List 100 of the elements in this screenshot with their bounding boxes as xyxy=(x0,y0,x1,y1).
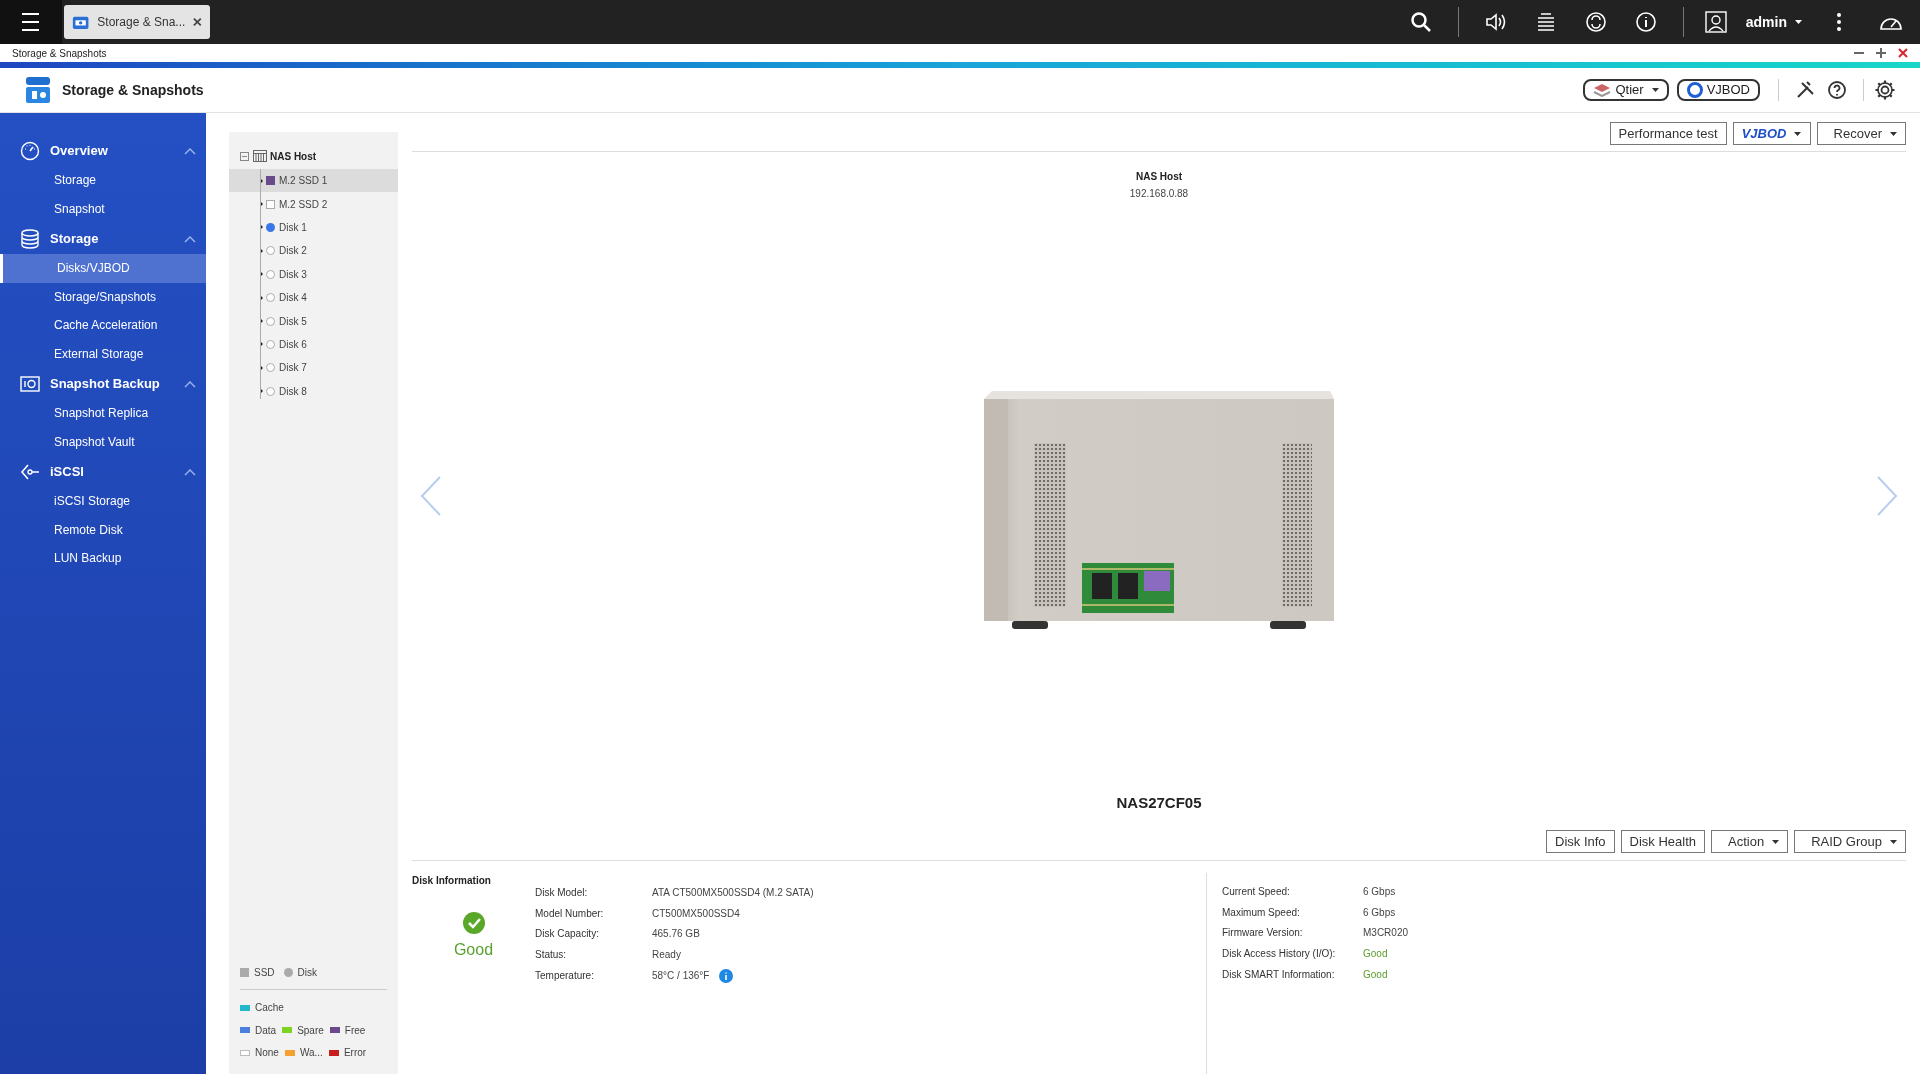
sidebar-item[interactable]: Snapshot Replica xyxy=(0,399,206,428)
field-value: Good xyxy=(1363,968,1388,983)
tree-item-label: Disk 3 xyxy=(279,267,307,282)
menu-icon[interactable] xyxy=(0,0,62,44)
sidebar-section-label: Overview xyxy=(50,142,108,161)
search-icon[interactable] xyxy=(1408,10,1433,34)
tree-item[interactable]: Disk 2 xyxy=(229,239,398,263)
field-value: 58°C / 136°F xyxy=(652,969,710,984)
chevron-icon[interactable] xyxy=(184,147,196,155)
caret-icon xyxy=(1890,839,1897,844)
more-icon[interactable] xyxy=(1836,12,1842,32)
field-value: ATA CT500MX500SSD4 (M.2 SATA) xyxy=(652,885,814,900)
tree-item-label: Disk 6 xyxy=(279,337,307,352)
tree-item[interactable]: Disk 5 xyxy=(229,309,398,333)
field-value: 465.76 GB xyxy=(652,927,700,942)
settings-icon[interactable] xyxy=(1874,79,1896,101)
ssd-legend-square xyxy=(240,967,249,977)
tree-root-label: NAS Host xyxy=(270,149,317,164)
vjbod-dropdown[interactable]: VJBOD xyxy=(1732,122,1811,145)
info-icon[interactable] xyxy=(1633,10,1658,34)
user-menu[interactable]: admin xyxy=(1745,11,1802,33)
camera-icon xyxy=(20,374,40,394)
tree-item[interactable]: Disk 3 xyxy=(229,262,398,286)
disk-button[interactable]: Action xyxy=(1711,830,1789,853)
plug-icon xyxy=(20,462,40,482)
field-label: Firmware Version: xyxy=(1222,926,1304,941)
field-value: Good xyxy=(1363,947,1388,962)
field-label: Disk SMART Information: xyxy=(1222,968,1336,983)
user-icon[interactable] xyxy=(1703,10,1728,34)
toolbar-button[interactable]: Recover xyxy=(1816,122,1906,145)
vjbod-logo: VJBOD xyxy=(1741,124,1787,143)
expand-arrow-icon xyxy=(260,364,263,371)
chevron-icon[interactable] xyxy=(184,235,196,243)
expand-arrow-icon xyxy=(260,341,263,348)
field-value: Ready xyxy=(652,948,681,963)
expand-arrow-icon xyxy=(260,247,263,254)
help-icon[interactable] xyxy=(1827,80,1847,100)
sidebar-item[interactable]: External Storage xyxy=(0,339,206,368)
field-label: Temperature: xyxy=(535,969,595,984)
field-label: Disk Capacity: xyxy=(535,927,600,942)
sidebar-item[interactable]: Snapshot xyxy=(0,194,206,223)
tree-item[interactable]: Disk 6 xyxy=(229,332,398,357)
disk-status-dot xyxy=(266,293,275,303)
legend-label: None xyxy=(255,1046,279,1061)
tree-item[interactable]: M.2 SSD 2 xyxy=(229,192,398,216)
tree-item[interactable]: Disk 8 xyxy=(229,379,398,403)
device-name: NAS27CF05 xyxy=(1116,792,1202,813)
tree-item-label: Disk 5 xyxy=(279,314,307,329)
maximize-icon[interactable] xyxy=(1876,48,1886,58)
legend-label: Spare xyxy=(297,1023,324,1038)
sidebar-item[interactable]: Disks/VJBOD xyxy=(0,254,206,283)
caret-icon xyxy=(1794,131,1802,136)
expand-arrow-icon xyxy=(260,201,263,208)
disk-button[interactable]: RAID Group xyxy=(1794,830,1906,853)
sidebar-item[interactable]: Snapshot Vault xyxy=(0,427,206,456)
close-icon[interactable] xyxy=(193,17,202,27)
sidebar-section-label: Storage xyxy=(50,230,99,249)
sidebar-item[interactable]: Storage/Snapshots xyxy=(0,282,206,311)
sync-icon[interactable] xyxy=(1583,10,1608,34)
field-value: CT500MX500SSD4 xyxy=(652,906,740,921)
chevron-icon[interactable] xyxy=(184,380,196,388)
qtier-dropdown[interactable]: Qtier xyxy=(1583,79,1669,101)
gauge-icon xyxy=(20,141,40,161)
app-tab[interactable]: Storage & Sna... xyxy=(64,5,210,39)
field-label: Disk Access History (I/O): xyxy=(1222,947,1337,962)
tree-item[interactable]: Disk 4 xyxy=(229,285,398,310)
tree-item[interactable]: M.2 SSD 1 xyxy=(229,169,398,193)
tree-item[interactable]: Disk 1 xyxy=(229,215,398,240)
expand-arrow-icon xyxy=(260,224,263,231)
toolbar-button[interactable]: Performance test xyxy=(1609,122,1727,145)
caret-icon xyxy=(1651,88,1659,92)
tree-item[interactable]: Disk 7 xyxy=(229,356,398,380)
storage-app-icon xyxy=(24,75,52,105)
sidebar-item[interactable]: Storage xyxy=(0,166,206,195)
app-title: Storage & Snapshots xyxy=(62,80,204,100)
sidebar-item[interactable]: LUN Backup xyxy=(0,544,206,573)
field-label: Disk Model: xyxy=(535,885,589,900)
vjbod-logo-icon xyxy=(1686,82,1703,98)
sidebar-item[interactable]: iSCSI Storage xyxy=(0,487,206,516)
chevron-icon[interactable] xyxy=(184,468,196,476)
close-icon[interactable] xyxy=(1898,48,1908,58)
expand-arrow-icon xyxy=(260,177,263,184)
sidebar-item[interactable]: Remote Disk xyxy=(0,515,206,544)
legend-label: Data xyxy=(255,1023,277,1038)
sidebar-section-label: Snapshot Backup xyxy=(50,375,160,394)
check-icon xyxy=(462,912,485,934)
sidebar-item[interactable]: Cache Acceleration xyxy=(0,311,206,340)
field-label: Current Speed: xyxy=(1222,884,1291,899)
disk-status-dot xyxy=(266,246,275,256)
tools-icon[interactable] xyxy=(1795,80,1815,100)
disk-button[interactable]: Disk Info xyxy=(1546,830,1615,853)
legend-label: Wa... xyxy=(299,1046,323,1061)
window-title: Storage & Snapshots xyxy=(12,46,107,61)
vjbod-button[interactable]: VJBOD xyxy=(1676,79,1760,101)
section-title: Disk Information xyxy=(412,874,492,888)
disk-status-dot xyxy=(266,339,275,349)
tree-item-label: M.2 SSD 1 xyxy=(279,174,328,189)
disk-button[interactable]: Disk Health xyxy=(1620,830,1706,853)
collapse-icon[interactable] xyxy=(240,151,249,161)
expand-arrow-icon xyxy=(260,388,263,395)
